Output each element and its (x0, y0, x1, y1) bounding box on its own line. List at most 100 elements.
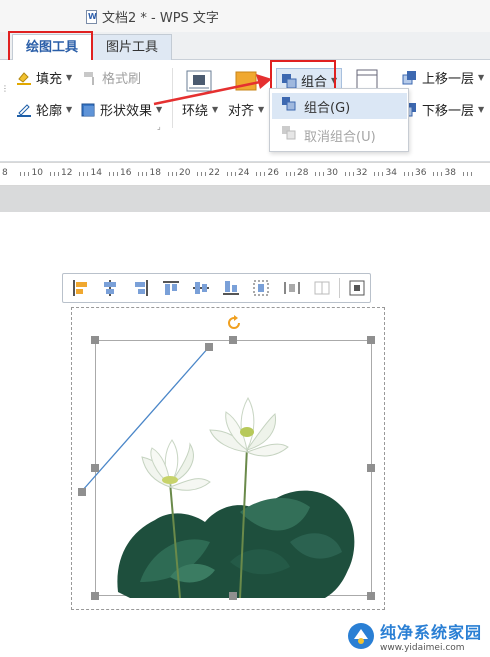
menu-item-ungroup[interactable]: 取消组合(U) (272, 122, 407, 148)
distribute-horizontal-icon[interactable] (248, 276, 274, 300)
ruler-tick (142, 172, 143, 176)
ruler-tick (264, 172, 265, 176)
resize-handle[interactable] (91, 592, 99, 600)
ruler-tick (470, 172, 472, 176)
ruler-tick (462, 172, 464, 176)
resize-handle[interactable] (229, 336, 237, 344)
line-endpoint-handle[interactable] (205, 343, 213, 351)
dialog-launcher-icon[interactable]: ⌟ (157, 122, 161, 131)
ruler-tick (260, 172, 261, 176)
title-bar: 文档2 * - WPS 文字 (0, 0, 490, 32)
site-logo-icon (347, 623, 374, 649)
ruler-tick (403, 172, 405, 176)
tab-picture-tools[interactable]: 图片工具 (92, 34, 173, 60)
ruler-label: 18 (149, 168, 161, 178)
lotus-picture[interactable] (110, 392, 360, 598)
chevron-down-icon: ▼ (478, 105, 485, 114)
ruler-tick (167, 172, 169, 176)
resize-handle[interactable] (91, 464, 99, 472)
watermark-url: www.yidaimei.com (379, 643, 465, 653)
fill-label: 填充 (36, 72, 63, 87)
bring-forward-icon (402, 70, 418, 86)
ruler-tick (289, 172, 291, 176)
ruler-label: 30 (326, 168, 338, 178)
align-bottom-icon[interactable] (218, 276, 244, 300)
send-backward-label: 下移一层 (422, 104, 475, 119)
group-dropdown-menu: 组合(G) 取消组合(U) (269, 88, 409, 152)
window-title-text: 文档2 * - WPS 文字 (102, 11, 219, 26)
resize-handle[interactable] (367, 464, 375, 472)
align-top-icon[interactable] (158, 276, 184, 300)
bring-forward-button[interactable]: 上移一层 ▼ (402, 68, 484, 87)
outline-button[interactable]: 轮廓 ▼ (16, 100, 72, 119)
align-left-icon[interactable] (67, 276, 93, 300)
ruler-label: 10 (31, 168, 43, 178)
rotate-handle-icon[interactable] (225, 314, 243, 332)
align-middle-icon[interactable] (188, 276, 214, 300)
ruler-tick (49, 172, 51, 176)
resize-handle[interactable] (367, 336, 375, 344)
ruler-tick (319, 172, 320, 176)
menu-item-group-label: 组合(G) (304, 100, 351, 116)
group-icon (282, 97, 296, 115)
floating-align-toolbar (62, 273, 371, 303)
site-watermark: 纯净系统家园 www.yidaimei.com (346, 619, 482, 653)
ruler-tick (112, 172, 114, 176)
ruler-tick (411, 172, 413, 176)
ruler-tick (116, 172, 118, 176)
ruler-label: 28 (297, 168, 309, 178)
ruler-label: 38 (444, 168, 456, 178)
ruler-tick (378, 172, 379, 176)
shape-effects-label: 形状效果 (100, 104, 153, 119)
ruler-tick (171, 172, 173, 176)
fill-button[interactable]: 填充 ▼ (16, 68, 72, 87)
shape-effects-icon (80, 102, 96, 118)
distribute-vertical-icon[interactable] (278, 276, 304, 300)
ruler-tick (382, 172, 383, 176)
paint-bucket-icon (16, 70, 32, 86)
ruler-tick (256, 172, 257, 176)
ruler-label: 8 (2, 168, 8, 178)
lotus-flower-left (141, 439, 211, 491)
ruler-tick (24, 172, 25, 176)
outline-label: 轮廓 (36, 104, 63, 119)
ruler-tick (108, 172, 110, 176)
align-center-icon[interactable] (97, 276, 123, 300)
align-right-icon[interactable] (127, 276, 153, 300)
brush-icon (82, 70, 98, 86)
ruler-tick (87, 172, 88, 176)
ruler-tick (234, 172, 236, 176)
ruler-tick (175, 172, 177, 176)
resize-handle[interactable] (229, 592, 237, 600)
ruler-tick (293, 172, 295, 176)
format-painter-button[interactable]: 格式刷 (82, 68, 141, 87)
equal-spacing-icon[interactable] (309, 276, 335, 300)
ruler-tick (437, 172, 438, 176)
menu-item-group[interactable]: 组合(G) (272, 93, 407, 119)
ruler-tick (138, 172, 139, 176)
ruler-label: 20 (179, 168, 191, 178)
menu-item-ungroup-label: 取消组合(U) (304, 129, 376, 145)
resize-handle[interactable] (91, 336, 99, 344)
ruler-label: 24 (238, 168, 250, 178)
chevron-down-icon: ▼ (66, 105, 73, 114)
ruler-tick (57, 172, 59, 176)
ruler-tick (344, 172, 346, 176)
ruler-label: 34 (385, 168, 397, 178)
ruler-tick (315, 172, 316, 176)
ruler-tick (466, 172, 468, 176)
ruler-label: 22 (208, 168, 220, 178)
ruler-tick (374, 172, 375, 176)
ungroup-icon (282, 126, 296, 144)
document-icon (86, 9, 97, 24)
ruler-label: 26 (267, 168, 279, 178)
ruler-tick (352, 172, 354, 176)
outline-pen-icon (16, 102, 32, 118)
select-area-icon[interactable] (344, 276, 370, 300)
resize-handle[interactable] (367, 592, 375, 600)
ruler-label: 32 (356, 168, 368, 178)
chevron-down-icon: ▼ (478, 73, 485, 82)
ribbon-collapse-icon[interactable]: ⋮ (1, 84, 9, 93)
send-backward-button[interactable]: 下移一层 ▼ (402, 100, 484, 119)
line-endpoint-handle[interactable] (78, 488, 86, 496)
